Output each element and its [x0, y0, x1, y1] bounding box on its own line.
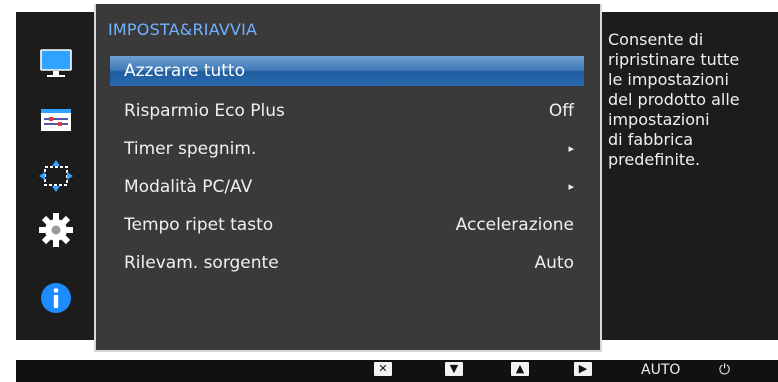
auto-button[interactable]: AUTO: [641, 361, 680, 378]
close-button[interactable]: ✕: [374, 362, 392, 376]
enter-button[interactable]: ▶: [574, 362, 592, 376]
picture-icon[interactable]: [38, 46, 74, 82]
menu-title: IMPOSTA&RIAVVIA: [108, 20, 258, 39]
submenu-arrow-icon: ▸: [568, 180, 574, 193]
up-button[interactable]: ▲: [511, 362, 529, 376]
menu-item-value: Off: [548, 101, 574, 121]
down-button[interactable]: ▼: [445, 362, 463, 376]
description-line: Consente di: [608, 30, 704, 49]
menu-list: Azzerare tutto Risparmio Eco Plus Off Ti…: [110, 56, 584, 282]
menu-item-label: Rilevam. sorgente: [124, 253, 279, 273]
menu-item-risparmio-eco-plus[interactable]: Risparmio Eco Plus Off: [110, 92, 584, 130]
power-button[interactable]: ⏻: [719, 361, 731, 378]
up-arrow-icon: ▲: [515, 362, 525, 375]
close-icon: ✕: [378, 362, 388, 375]
description-line: le impostazioni: [608, 70, 729, 89]
description-line: predefinite.: [608, 150, 701, 169]
down-arrow-icon: ▼: [449, 362, 459, 375]
description-line: di fabbrica: [608, 130, 694, 149]
settings-menu-panel: IMPOSTA&RIAVVIA Azzerare tutto Risparmio…: [94, 4, 602, 352]
menu-item-value: Accelerazione: [455, 215, 574, 235]
description-line: impostazioni: [608, 110, 710, 129]
system-settings-icon[interactable]: [38, 212, 74, 248]
position-size-icon[interactable]: [38, 158, 74, 194]
information-icon[interactable]: [38, 280, 74, 316]
menu-item-timer-spegnim[interactable]: Timer spegnim. ▸: [110, 130, 584, 168]
menu-item-value: Auto: [534, 253, 574, 273]
menu-item-modalita-pc-av[interactable]: Modalità PC/AV ▸: [110, 168, 584, 206]
menu-item-label: Timer spegnim.: [124, 139, 257, 159]
osd-window: IMPOSTA&RIAVVIA Azzerare tutto Risparmio…: [16, 4, 778, 352]
power-icon: ⏻: [719, 362, 731, 378]
menu-item-label: Modalità PC/AV: [124, 177, 253, 197]
description-panel: Consente di ripristinare tutte le impost…: [608, 30, 778, 170]
description-line: ripristinare tutte: [608, 50, 740, 69]
description-line: del prodotto alle: [608, 90, 740, 109]
menu-item-label: Tempo ripet tasto: [124, 215, 274, 235]
onscreen-display-icon[interactable]: [38, 102, 74, 138]
button-guide-bar: ✕ ▼ ▲ ▶ AUTO ⏻: [16, 360, 778, 382]
right-arrow-icon: ▶: [578, 362, 588, 375]
menu-item-label: Risparmio Eco Plus: [124, 101, 285, 121]
category-sidebar: [16, 12, 94, 340]
menu-item-azzerare-tutto[interactable]: Azzerare tutto: [110, 56, 584, 86]
menu-item-label: Azzerare tutto: [124, 61, 245, 81]
menu-item-rilevam-sorgente[interactable]: Rilevam. sorgente Auto: [110, 244, 584, 282]
submenu-arrow-icon: ▸: [568, 142, 574, 155]
menu-item-tempo-ripet-tasto[interactable]: Tempo ripet tasto Accelerazione: [110, 206, 584, 244]
